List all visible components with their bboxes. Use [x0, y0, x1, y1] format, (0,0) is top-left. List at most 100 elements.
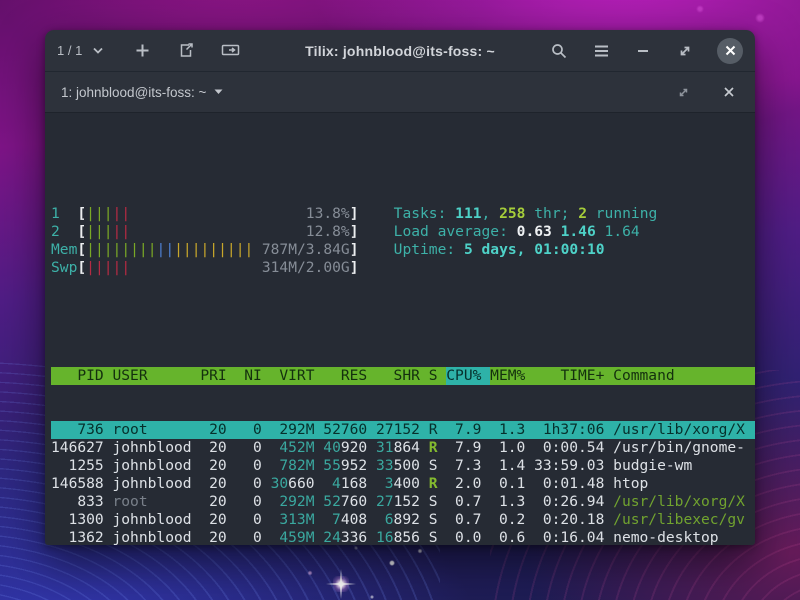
pane-close-icon[interactable]: [719, 82, 739, 102]
cell-state: R: [429, 475, 447, 493]
minimize-button[interactable]: [633, 41, 653, 61]
cpu-memory-meters: 1[|||||13.8%]2[|||||12.8%]Mem[||||||||||…: [51, 205, 394, 277]
cell-shr: 16856: [376, 529, 429, 545]
session-pager-dropdown[interactable]: 1 / 1: [57, 41, 108, 61]
cell-virt: 292M: [271, 421, 324, 439]
column-header-cpu[interactable]: CPU%: [446, 367, 490, 385]
cell-res: 24336: [323, 529, 376, 545]
cell-command: /usr/lib/xorg/X: [613, 421, 755, 439]
column-header-user[interactable]: USER: [112, 367, 200, 385]
background-star: [333, 576, 349, 592]
meter-value: 314M/2.00G: [262, 259, 350, 277]
cell-time: 0:20.18: [534, 511, 613, 529]
close-button[interactable]: [717, 38, 743, 64]
cell-shr: 31864: [376, 439, 429, 457]
cell-pri: 20: [200, 439, 235, 457]
search-icon[interactable]: [549, 41, 569, 61]
cell-virt: 30660: [271, 475, 324, 493]
info-line-1: Load average: 0.63 1.46 1.64: [394, 223, 658, 241]
cell-cpu: 0.7: [446, 493, 490, 511]
meter-label: Mem: [51, 241, 77, 259]
process-row[interactable]: 1255johnblood200782M5595233500S7.31.433:…: [51, 457, 755, 475]
cell-time: 0:00.54: [534, 439, 613, 457]
cell-command: htop: [613, 475, 755, 493]
cell-time: 0:26.94: [534, 493, 613, 511]
meter-value: 787M/3.84G: [262, 241, 350, 259]
tilix-window: 1 / 1 Tilix: johnblood@its-foss: ~: [45, 30, 755, 545]
cell-ni: 0: [235, 511, 270, 529]
pane-maximize-icon[interactable]: [673, 82, 693, 102]
new-session-button[interactable]: [176, 41, 196, 61]
tab-title-dropdown[interactable]: 1: johnblood@its-foss: ~: [61, 85, 223, 100]
meter-bar: |||||12.8%: [86, 223, 350, 241]
process-table: 736root200292M5276027152R7.91.31h37:06/u…: [51, 421, 755, 545]
cell-command: /usr/lib/xorg/X: [613, 493, 755, 511]
column-header-mem[interactable]: MEM%: [490, 367, 534, 385]
cell-pid: 1362: [51, 529, 112, 545]
meter-label: 2: [51, 223, 77, 241]
cell-time: 0:16.04: [534, 529, 613, 545]
process-row[interactable]: 1300johnblood200313M74086892S0.70.20:20.…: [51, 511, 755, 529]
cell-pid: 833: [51, 493, 112, 511]
process-row[interactable]: 146588johnblood2003066041683400R2.00.10:…: [51, 475, 755, 493]
cell-pid: 736: [51, 421, 112, 439]
meter-label: Swp: [51, 259, 77, 277]
process-row[interactable]: 146627johnblood200452M4092031864R7.91.00…: [51, 439, 755, 457]
cell-virt: 452M: [271, 439, 324, 457]
cell-res: 55952: [323, 457, 376, 475]
terminal-screen[interactable]: 1[|||||13.8%]2[|||||12.8%]Mem[||||||||||…: [45, 113, 755, 545]
cell-ni: 0: [235, 421, 270, 439]
column-header-pid[interactable]: PID: [51, 367, 112, 385]
column-header-pri[interactable]: PRI: [200, 367, 235, 385]
chevron-down-icon: [88, 41, 108, 61]
column-header-cmd[interactable]: Command: [613, 367, 755, 385]
cell-mem: 1.3: [490, 421, 534, 439]
meter-bar: |||||13.8%: [86, 205, 350, 223]
process-row[interactable]: 736root200292M5276027152R7.91.31h37:06/u…: [51, 421, 755, 439]
column-header-shr[interactable]: SHR: [376, 367, 429, 385]
menu-icon[interactable]: [591, 41, 611, 61]
cell-pri: 20: [200, 493, 235, 511]
meter-2: 2[|||||12.8%]: [51, 223, 394, 241]
column-header-ni[interactable]: NI: [235, 367, 270, 385]
meter-bar: |||||314M/2.00G: [86, 259, 350, 277]
cell-command: /usr/bin/gnome-: [613, 439, 755, 457]
maximize-button[interactable]: [675, 41, 695, 61]
cell-shr: 33500: [376, 457, 429, 475]
cell-shr: 6892: [376, 511, 429, 529]
cell-user: johnblood: [112, 457, 200, 475]
cell-time: 1h37:06: [534, 421, 613, 439]
column-header-time[interactable]: TIME+: [534, 367, 613, 385]
process-row[interactable]: 1362johnblood200459M2433616856S0.00.60:1…: [51, 529, 755, 545]
cell-cpu: 7.3: [446, 457, 490, 475]
cell-pri: 20: [200, 529, 235, 545]
column-header-virt[interactable]: VIRT: [271, 367, 324, 385]
tab-title: 1: johnblood@its-foss: ~: [61, 85, 206, 100]
info-line-2: Uptime: 5 days, 01:00:10: [394, 241, 658, 259]
meter-label: 1: [51, 205, 77, 223]
cell-command: nemo-desktop: [613, 529, 755, 545]
sidebar-toggle-button[interactable]: [220, 41, 240, 61]
meter-value: 13.8%: [306, 205, 350, 223]
cell-user: root: [112, 493, 200, 511]
meter-1: 1[|||||13.8%]: [51, 205, 394, 223]
cell-virt: 459M: [271, 529, 324, 545]
cell-res: 7408: [323, 511, 376, 529]
column-header-res[interactable]: RES: [323, 367, 376, 385]
cell-mem: 0.6: [490, 529, 534, 545]
cell-mem: 1.3: [490, 493, 534, 511]
process-row[interactable]: 833root200292M5276027152S0.71.30:26.94/u…: [51, 493, 755, 511]
info-line-0: Tasks: 111, 258 thr; 2 running: [394, 205, 658, 223]
cell-pri: 20: [200, 421, 235, 439]
new-terminal-button[interactable]: [132, 41, 152, 61]
cell-pid: 1255: [51, 457, 112, 475]
htop-header-area: 1[|||||13.8%]2[|||||12.8%]Mem[||||||||||…: [51, 205, 755, 277]
cell-cpu: 7.9: [446, 421, 490, 439]
cell-ni: 0: [235, 529, 270, 545]
cell-mem: 1.0: [490, 439, 534, 457]
cell-pri: 20: [200, 457, 235, 475]
column-header-s[interactable]: S: [429, 367, 447, 385]
cell-cpu: 2.0: [446, 475, 490, 493]
meter-swp: Swp[|||||314M/2.00G]: [51, 259, 394, 277]
cell-command: budgie-wm: [613, 457, 755, 475]
